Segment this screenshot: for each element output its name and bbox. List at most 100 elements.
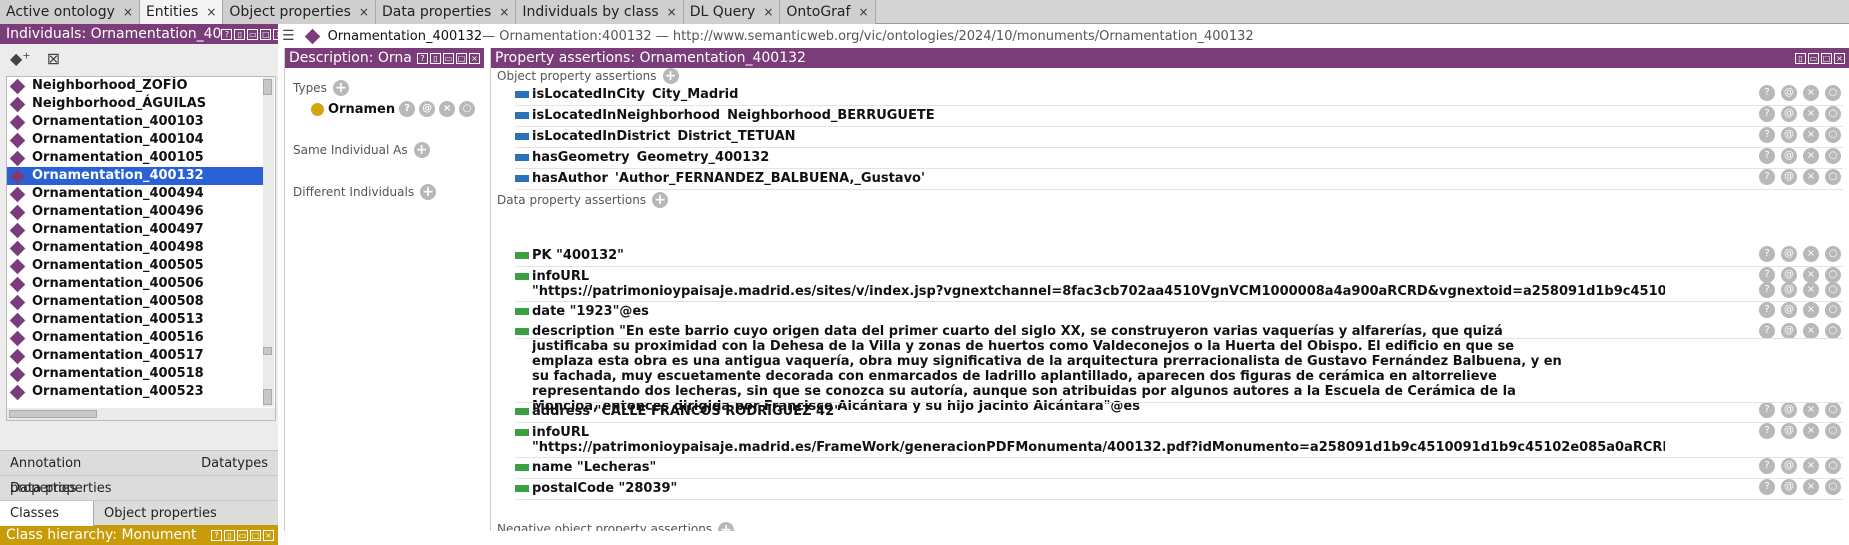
data-property-assertion[interactable]: infoURL "https://patrimonioypaisaje.madri…	[515, 425, 1665, 455]
delete-icon[interactable]: ×	[1803, 479, 1819, 495]
edit-icon[interactable]: ○	[1825, 323, 1841, 339]
tab-dl-query[interactable]: DL Query ×	[683, 0, 781, 24]
tab-data-properties[interactable]: Data properties	[0, 476, 122, 501]
individual-list-item[interactable]: Ornamentation_400494	[7, 185, 264, 203]
delete-icon[interactable]: ×	[1803, 148, 1819, 164]
delete-icon[interactable]: ×	[1803, 169, 1819, 185]
edit-icon[interactable]: ○	[1825, 246, 1841, 262]
annotate-icon[interactable]: @	[1781, 402, 1797, 418]
edit-icon[interactable]: ○	[1825, 423, 1841, 439]
object-property-assertion[interactable]: hasGeometry Geometry_400132	[515, 150, 1665, 165]
object-property-assertion[interactable]: isLocatedInNeighborhood Neighborhood_BERR…	[515, 108, 1665, 123]
edit-icon[interactable]: ○	[1825, 85, 1841, 101]
scroll-thumb-bottom[interactable]	[263, 389, 272, 405]
data-property-assertion[interactable]: address "CALLE FRANCOS RODRIGUEZ 42"	[515, 404, 1665, 419]
edit-icon[interactable]: ○	[1825, 148, 1841, 164]
description-window-buttons[interactable]: ? ▯ ▭ □ ×	[417, 52, 484, 64]
vertical-scrollbar[interactable]	[263, 77, 274, 407]
tab-data-properties[interactable]: Data properties ×	[375, 0, 517, 24]
annotate-icon[interactable]: @	[1781, 479, 1797, 495]
annotate-icon[interactable]: @	[1781, 169, 1797, 185]
add-same-individual-button[interactable]: +	[413, 142, 430, 158]
tab-object-properties[interactable]: Object properties ×	[223, 0, 376, 24]
explain-icon[interactable]: ?	[1759, 85, 1775, 101]
annotate-icon[interactable]: @	[1781, 282, 1797, 298]
annotate-icon[interactable]: @	[1781, 106, 1797, 122]
annotate-icon[interactable]: @	[1781, 423, 1797, 439]
edit-icon[interactable]: ○	[1825, 282, 1841, 298]
individual-list-item[interactable]: Ornamentation_400516	[7, 329, 264, 347]
tab-ontograf[interactable]: OntoGraf ×	[780, 0, 876, 24]
delete-icon[interactable]: ×	[1803, 127, 1819, 143]
add-individual-icon[interactable]: ◆⁺	[10, 49, 31, 68]
explain-icon[interactable]: ?	[1759, 148, 1775, 164]
close-tab-icon[interactable]: ×	[123, 0, 133, 24]
delete-icon[interactable]: ×	[1803, 458, 1819, 474]
individual-list-item[interactable]: Neighborhood_ZOFÍO	[7, 77, 264, 95]
edit-icon[interactable]: ○	[1825, 479, 1841, 495]
individual-list-item[interactable]: Neighborhood_ÁGUILAS	[7, 95, 264, 113]
delete-icon[interactable]: ×	[1803, 246, 1819, 262]
tab-annotation-properties[interactable]: Annotation properties	[0, 451, 161, 496]
explain-icon[interactable]: ?	[1759, 402, 1775, 418]
edit-icon[interactable]: ○	[1825, 169, 1841, 185]
object-property-assertion[interactable]: isLocatedInDistrict District_TETUAN	[515, 129, 1665, 144]
close-tab-icon[interactable]: ×	[667, 0, 677, 24]
explain-icon[interactable]: ?	[1759, 267, 1775, 283]
annotate-icon[interactable]: @	[1781, 85, 1797, 101]
edit-icon[interactable]: ○	[1825, 302, 1841, 318]
window-buttons[interactable]: ?▯▭□×	[221, 28, 278, 40]
add-negative-property-button[interactable]: +	[718, 522, 735, 531]
explain-icon[interactable]: ?	[1759, 423, 1775, 439]
delete-icon[interactable]: ×	[439, 101, 456, 117]
class-window-buttons[interactable]: ? ▯ ▭ □ ×	[211, 529, 278, 541]
edit-icon[interactable]: ○	[1825, 458, 1841, 474]
individual-list-item[interactable]: Ornamentation_400497	[7, 221, 264, 239]
individuals-list[interactable]: Neighborhood_ZOFÍO Neighborhood_ÁGUILAS Or…	[6, 76, 276, 421]
individual-list-item[interactable]: Ornamentation_400523	[7, 383, 264, 401]
property-window-buttons[interactable]: ▯ ▭ □ ×	[1795, 52, 1849, 64]
add-different-individual-button[interactable]: +	[420, 184, 437, 200]
individual-list-item[interactable]: Ornamentation_400505	[7, 257, 264, 275]
tab-entities[interactable]: Entities ×	[139, 0, 224, 24]
add-object-property-button[interactable]: +	[662, 68, 679, 84]
annotate-icon[interactable]: @	[419, 101, 436, 117]
scroll-thumb[interactable]	[263, 79, 272, 95]
object-property-assertion[interactable]: isLocatedInCity City_Madrid	[515, 87, 1665, 102]
delete-icon[interactable]: ×	[1803, 423, 1819, 439]
close-tab-icon[interactable]: ×	[763, 0, 773, 24]
edit-icon[interactable]: ○	[1825, 127, 1841, 143]
explain-icon[interactable]: ?	[1759, 127, 1775, 143]
annotate-icon[interactable]: @	[1781, 246, 1797, 262]
data-property-assertion[interactable]: date "1923"@es	[515, 304, 1665, 319]
individual-list-item[interactable]: Ornamentation_400104	[7, 131, 264, 149]
individual-list-item[interactable]: Ornamentation_400518	[7, 365, 264, 383]
tab-object-properties[interactable]: Object properties	[94, 501, 227, 526]
object-property-assertion[interactable]: hasAuthor 'Author_FERNÁNDEZ_BALBUENA,_Gus…	[515, 171, 1665, 186]
menu-icon[interactable]: ☰	[282, 28, 295, 44]
annotate-icon[interactable]: @	[1781, 458, 1797, 474]
edit-icon[interactable]: ○	[459, 101, 476, 117]
edit-icon[interactable]: ○	[1825, 402, 1841, 418]
individual-list-item[interactable]: Ornamentation_400498	[7, 239, 264, 257]
delete-icon[interactable]: ×	[1803, 323, 1819, 339]
edit-icon[interactable]: ○	[1825, 106, 1841, 122]
delete-icon[interactable]: ×	[1803, 106, 1819, 122]
data-property-assertion[interactable]: infoURL "https://patrimonioypaisaje.madri…	[515, 269, 1665, 299]
delete-icon[interactable]: ×	[1803, 85, 1819, 101]
individual-list-item[interactable]: Ornamentation_400513	[7, 311, 264, 329]
individual-list-item[interactable]: Ornamentation_400105	[7, 149, 264, 167]
delete-icon[interactable]: ×	[1803, 402, 1819, 418]
delete-individual-icon[interactable]: ⊠	[47, 49, 60, 68]
annotate-icon[interactable]: @	[1781, 267, 1797, 283]
individual-list-item[interactable]: Ornamentation_400508	[7, 293, 264, 311]
individual-list-item[interactable]: Ornamentation_400517	[7, 347, 264, 365]
delete-icon[interactable]: ×	[1803, 302, 1819, 318]
close-tab-icon[interactable]: ×	[359, 0, 369, 24]
explain-icon[interactable]: ?	[1759, 282, 1775, 298]
explain-icon[interactable]: ?	[1759, 302, 1775, 318]
individual-list-item[interactable]: Ornamentation_400496	[7, 203, 264, 221]
explain-icon[interactable]: ?	[399, 101, 416, 117]
explain-icon[interactable]: ?	[1759, 246, 1775, 262]
close-tab-icon[interactable]: ×	[499, 0, 509, 24]
